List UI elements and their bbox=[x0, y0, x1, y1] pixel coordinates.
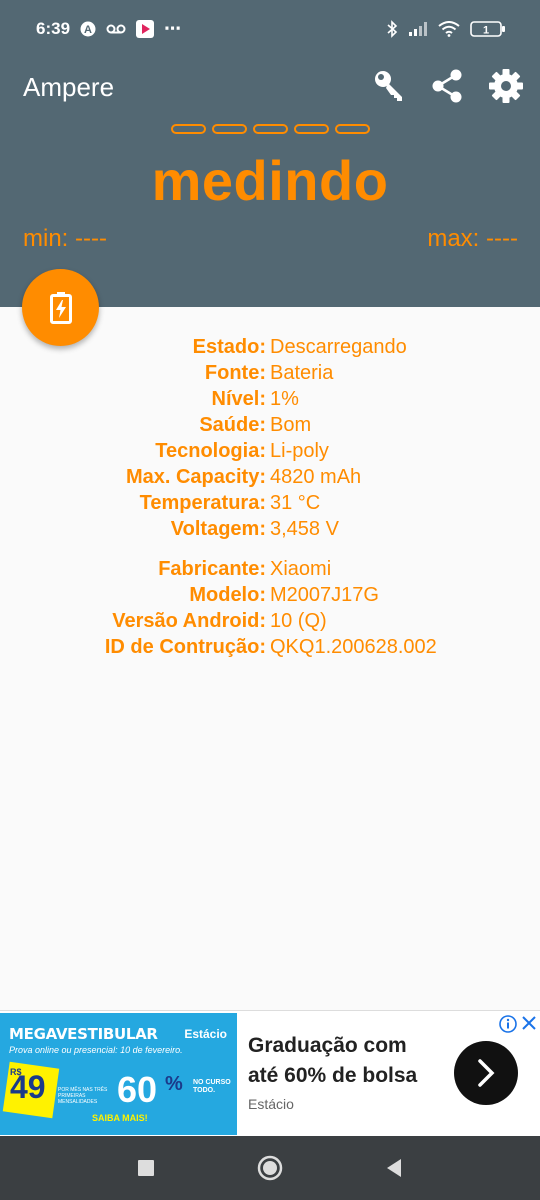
ad-percent-sign: % bbox=[165, 1073, 183, 1095]
info-row-estado: Estado: Descarregando bbox=[0, 334, 540, 360]
header-actions bbox=[370, 66, 526, 106]
info-value: 4820 mAh bbox=[270, 465, 362, 488]
info-key: Fonte: bbox=[204, 361, 266, 384]
ad-open-button[interactable] bbox=[454, 1041, 518, 1105]
ad-banner[interactable]: MEGAVESTIBULAR Estácio Prova online ou p… bbox=[0, 1010, 540, 1136]
info-row-nivel: Nível: 1% bbox=[0, 386, 540, 412]
info-key: ID de Contrução: bbox=[104, 635, 266, 658]
info-key: Modelo: bbox=[189, 583, 266, 606]
ad-price: 49 bbox=[10, 1069, 46, 1105]
home-icon bbox=[257, 1155, 283, 1181]
indicator-dash bbox=[294, 124, 329, 134]
signal-icon bbox=[408, 21, 428, 37]
battery-charging-icon bbox=[49, 291, 72, 324]
svg-text:A: A bbox=[84, 24, 92, 36]
share-icon bbox=[432, 69, 462, 103]
info-value: Bateria bbox=[270, 361, 334, 384]
info-row-fabricante: Fabricante: Xiaomi bbox=[0, 556, 540, 582]
play-icon bbox=[136, 20, 155, 38]
voicemail-icon bbox=[106, 23, 126, 35]
info-value: 31 °C bbox=[270, 491, 321, 514]
key-button[interactable] bbox=[370, 66, 410, 106]
app-title: Ampere bbox=[23, 72, 115, 102]
info-row-modelo: Modelo: M2007J17G bbox=[0, 582, 540, 608]
settings-icon bbox=[489, 69, 523, 103]
home-button[interactable] bbox=[248, 1146, 292, 1190]
settings-button[interactable] bbox=[486, 66, 526, 106]
recents-button[interactable] bbox=[124, 1146, 168, 1190]
info-value: 3,458 V bbox=[270, 517, 339, 540]
status-time: 6:39 bbox=[36, 19, 71, 38]
info-icon bbox=[499, 1015, 517, 1033]
indicator-dash bbox=[335, 124, 370, 134]
info-row-build-id: ID de Contrução: QKQ1.200628.002 bbox=[0, 634, 540, 660]
max-label: max: ---- bbox=[427, 225, 518, 252]
ad-image[interactable]: MEGAVESTIBULAR Estácio Prova online ou p… bbox=[0, 1013, 237, 1135]
info-key: Fabricante: bbox=[158, 557, 266, 580]
info-value: Descarregando bbox=[270, 335, 407, 358]
info-key: Saúde: bbox=[199, 413, 266, 436]
share-button[interactable] bbox=[428, 66, 468, 106]
info-section: Estado: Descarregando Fonte: Bateria Nível… bbox=[0, 334, 540, 660]
ad-info-button[interactable] bbox=[499, 1015, 517, 1038]
ad-brand: MEGAVESTIBULAR bbox=[9, 1025, 158, 1043]
a-circle-icon: A bbox=[80, 21, 96, 37]
info-row-tecnologia: Tecnologia: Li-poly bbox=[0, 438, 540, 464]
info-value: 10 (Q) bbox=[270, 609, 327, 632]
wifi-icon bbox=[438, 21, 460, 37]
ad-cta: SAIBA MAIS! bbox=[92, 1113, 148, 1123]
info-row-saude: Saúde: Bom bbox=[0, 412, 540, 438]
recents-icon bbox=[138, 1160, 154, 1176]
chevron-right-icon bbox=[478, 1059, 495, 1087]
info-value: M2007J17G bbox=[270, 583, 379, 606]
battery-level: 1 bbox=[483, 25, 489, 37]
info-key: Nível: bbox=[211, 387, 266, 410]
info-row-voltagem: Voltagem: 3,458 V bbox=[0, 516, 540, 542]
ad-subtitle: Prova online ou presencial: 10 de fevere… bbox=[9, 1045, 183, 1055]
info-key: Versão Android: bbox=[112, 609, 266, 632]
app-header: Ampere medindo min: ---- max: ---- bbox=[0, 58, 540, 307]
close-icon bbox=[522, 1016, 536, 1030]
back-icon bbox=[387, 1159, 401, 1177]
ad-brand-logo: Estácio bbox=[184, 1027, 227, 1041]
ad-price-note: POR MÊS NAS TRÊS PRIMEIRAS MENSALIDADES bbox=[58, 1087, 108, 1105]
measuring-status: medindo bbox=[151, 149, 389, 212]
info-row-capacity: Max. Capacity: 4820 mAh bbox=[0, 464, 540, 490]
bluetooth-icon bbox=[386, 20, 398, 38]
info-value: Bom bbox=[270, 413, 312, 436]
ad-course-note: NO CURSO TODO. bbox=[193, 1079, 231, 1094]
info-key: Temperatura: bbox=[139, 491, 266, 514]
ad-close-button[interactable] bbox=[521, 1015, 537, 1036]
indicator-dash bbox=[253, 124, 288, 134]
info-key: Estado: bbox=[192, 335, 266, 358]
info-value: Li-poly bbox=[270, 439, 329, 462]
info-key: Voltagem: bbox=[170, 517, 266, 540]
battery-icon: 1 bbox=[470, 20, 506, 38]
ad-percent: 60 bbox=[117, 1069, 158, 1110]
back-button[interactable] bbox=[372, 1146, 416, 1190]
info-row-fonte: Fonte: Bateria bbox=[0, 360, 540, 386]
status-bar: 6:39 A ⋯ 1 bbox=[0, 0, 540, 58]
info-row-android: Versão Android: 10 (Q) bbox=[0, 608, 540, 634]
indicator-dash bbox=[212, 124, 247, 134]
measuring-indicator bbox=[171, 124, 370, 134]
ad-source: Estácio bbox=[248, 1096, 294, 1112]
status-left: 6:39 A ⋯ bbox=[36, 19, 181, 39]
info-value: 1% bbox=[270, 387, 299, 410]
info-value: QKQ1.200628.002 bbox=[270, 635, 437, 658]
ad-headline[interactable]: Graduação com até 60% de bolsa bbox=[248, 1031, 438, 1091]
device-info-list: Fabricante: Xiaomi Modelo: M2007J17G Versã… bbox=[0, 556, 540, 660]
info-row-temperatura: Temperatura: 31 °C bbox=[0, 490, 540, 516]
min-label: min: ---- bbox=[23, 225, 107, 252]
battery-info-list: Estado: Descarregando Fonte: Bateria Nível… bbox=[0, 334, 540, 542]
more-notifications: ⋯ bbox=[164, 19, 182, 38]
indicator-dash bbox=[171, 124, 206, 134]
system-nav-bar bbox=[0, 1136, 540, 1200]
info-key: Max. Capacity: bbox=[125, 465, 266, 488]
info-gap bbox=[0, 542, 540, 556]
info-key: Tecnologia: bbox=[155, 439, 266, 462]
key-icon bbox=[375, 71, 402, 101]
status-right: 1 bbox=[386, 20, 506, 38]
info-value: Xiaomi bbox=[270, 557, 332, 580]
